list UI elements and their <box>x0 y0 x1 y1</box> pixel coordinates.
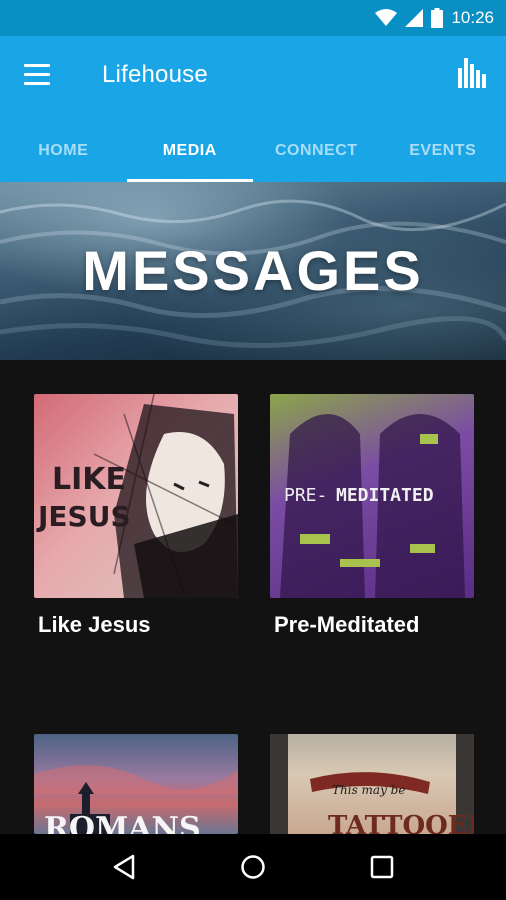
app-title: Lifehouse <box>102 61 208 88</box>
app-bar: Lifehouse <box>0 36 506 120</box>
hero-title: MESSAGES <box>82 239 424 302</box>
series-artwork: ROMANS <box>34 734 238 834</box>
artwork-text-2: JESUS <box>36 500 131 533</box>
artwork-text-2: MEDITATED <box>336 485 434 506</box>
tab-connect[interactable]: CONNECT <box>253 120 380 182</box>
status-icons: 10:26 <box>375 0 494 36</box>
artwork-text-2: TATTOOED <box>328 811 474 834</box>
artwork-text-1: PRE- <box>284 485 327 506</box>
tattooed-artwork: This may be TATTOOED <box>270 734 474 834</box>
tab-media[interactable]: MEDIA <box>126 120 254 182</box>
romans-artwork: ROMANS <box>34 765 238 834</box>
battery-icon <box>431 8 444 28</box>
series-card-romans[interactable]: ROMANS <box>34 734 238 834</box>
recents-icon[interactable] <box>362 847 402 887</box>
menu-icon[interactable] <box>24 64 52 88</box>
series-grid: LIKE JESUS Like Jesus PRE- MEDITATED Pre… <box>0 360 506 834</box>
pre-meditated-artwork: PRE- MEDITATED <box>280 414 465 598</box>
status-bar: 10:26 <box>0 0 506 36</box>
series-title: Like Jesus <box>38 612 151 637</box>
hero-banner: MESSAGES <box>0 182 506 360</box>
tab-bar: HOME MEDIA CONNECT EVENTS <box>0 120 506 182</box>
back-icon[interactable] <box>104 847 144 887</box>
series-card-pre-meditated[interactable]: PRE- MEDITATED Pre-Meditated <box>270 394 474 637</box>
series-card-like-jesus[interactable]: LIKE JESUS Like Jesus <box>34 394 238 637</box>
signal-icon <box>405 9 424 27</box>
home-icon[interactable] <box>233 847 273 887</box>
like-jesus-artwork: LIKE JESUS <box>36 394 238 598</box>
series-title: Pre-Meditated <box>274 612 420 637</box>
series-artwork: This may be TATTOOED <box>270 734 474 834</box>
system-nav-bar <box>0 834 506 900</box>
status-time: 10:26 <box>451 8 494 27</box>
series-artwork: LIKE JESUS <box>34 394 238 598</box>
tab-events[interactable]: EVENTS <box>380 120 506 182</box>
artwork-text-1: LIKE <box>52 462 126 497</box>
series-artwork: PRE- MEDITATED <box>270 394 474 598</box>
series-card-tattooed[interactable]: This may be TATTOOED <box>270 734 474 834</box>
artwork-text-1: ROMANS <box>44 811 201 834</box>
tab-home[interactable]: HOME <box>0 120 127 182</box>
artwork-text-1: This may be <box>332 783 405 797</box>
wifi-icon <box>375 9 398 26</box>
bar-chart-icon[interactable] <box>458 58 486 88</box>
